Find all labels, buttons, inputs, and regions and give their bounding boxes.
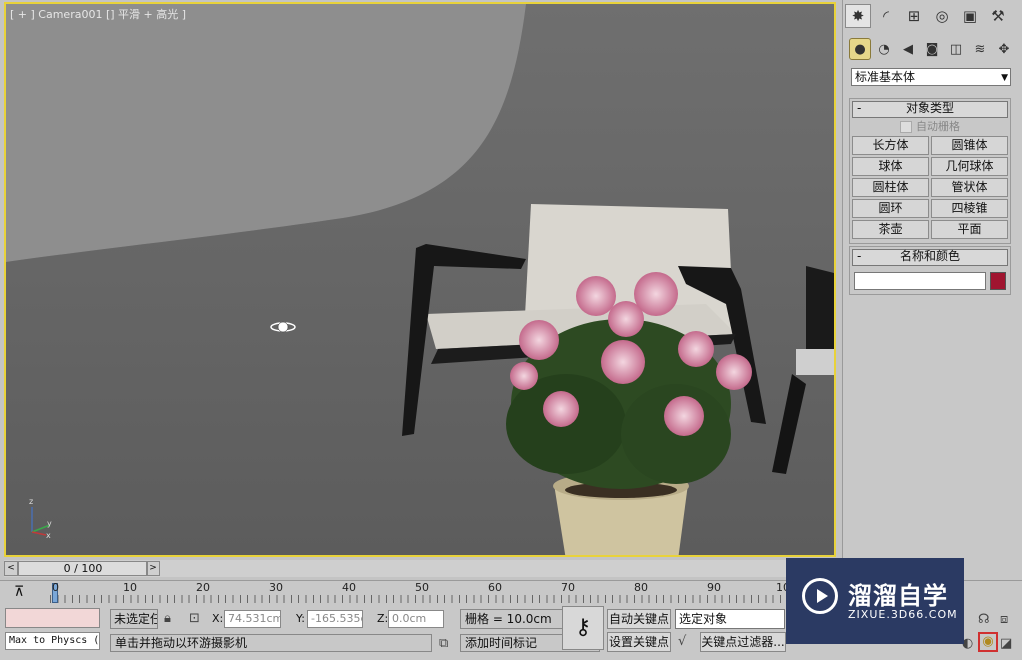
lock-icon[interactable]: 🔒︎: [164, 611, 171, 626]
checkbox-icon: [900, 121, 912, 133]
y-coord-field[interactable]: -165.535cm: [307, 610, 363, 628]
orbit-camera-icon[interactable]: ◉: [978, 632, 998, 652]
plane-button[interactable]: 平面: [931, 220, 1008, 239]
maxscript-listener-mini[interactable]: [5, 608, 100, 628]
dropdown-arrow-icon: ▼: [1001, 73, 1008, 83]
viewport-label[interactable]: [ + ] Camera001 [] 平滑 + 高光 ]: [10, 6, 186, 22]
object-name-field[interactable]: [854, 272, 986, 290]
watermark-url: ZIXUE.3D66.COM: [848, 608, 958, 621]
helpers-icon[interactable]: ◫: [945, 38, 967, 60]
next-frame-button[interactable]: >: [146, 561, 160, 576]
camera-viewport[interactable]: z y x [ + ] Camera001 [] 平滑 + 高光 ]: [4, 2, 836, 557]
create-subtabs: ● ◔ ◀ ◙ ◫ ≋ ✥: [849, 38, 1021, 60]
tick-label: 80: [634, 581, 648, 594]
tube-button[interactable]: 管状体: [931, 178, 1008, 197]
tick-label: 50: [415, 581, 429, 594]
prompt-line: 单击并拖动以环游摄影机: [110, 634, 432, 652]
object-color-swatch[interactable]: [990, 272, 1006, 290]
display-icon[interactable]: ▣: [957, 4, 983, 28]
command-panel-tabs: ✸ ◜ ⊞ ◎ ▣ ⚒: [843, 4, 1022, 30]
create-icon[interactable]: ✸: [845, 4, 871, 28]
tick-label: 40: [342, 581, 356, 594]
tick-label: 70: [561, 581, 575, 594]
maximize-toggle-icon[interactable]: ◪: [1000, 636, 1012, 651]
command-panel: ✸ ◜ ⊞ ◎ ▣ ⚒ ● ◔ ◀ ◙ ◫ ≋ ✥ 标准基本体 ▼ - 对象类型…: [842, 0, 1022, 582]
auto-key-button[interactable]: 自动关键点: [607, 609, 671, 629]
box-button[interactable]: 长方体: [852, 136, 929, 155]
collapse-icon: -: [857, 101, 862, 115]
selection-status: 未选定任: [110, 609, 158, 629]
ruler-ticks: [50, 595, 790, 603]
cameras-icon[interactable]: ◙: [921, 38, 943, 60]
motion-icon[interactable]: ◎: [929, 4, 955, 28]
lights-icon[interactable]: ◀: [897, 38, 919, 60]
curve-editor-icon[interactable]: ⊼: [14, 584, 24, 600]
play-logo-icon: [802, 578, 838, 614]
hierarchy-icon[interactable]: ⊞: [901, 4, 927, 28]
x-coord-field[interactable]: 74.531cm: [224, 610, 281, 628]
key-selection-dropdown[interactable]: 选定对象: [675, 609, 785, 629]
spacewarps-icon[interactable]: ≋: [969, 38, 991, 60]
name-color-title: 名称和颜色: [899, 249, 960, 263]
svg-text:y: y: [47, 519, 52, 528]
sphere-button[interactable]: 球体: [852, 157, 929, 176]
utilities-icon[interactable]: ⚒: [985, 4, 1011, 28]
torus-button[interactable]: 圆环: [852, 199, 929, 218]
z-coord-field[interactable]: 0.0cm: [388, 610, 444, 628]
walk-through-icon[interactable]: ☊: [978, 612, 990, 627]
x-label: X:: [212, 612, 224, 625]
tick-label: 20: [196, 581, 210, 594]
object-type-header[interactable]: - 对象类型: [852, 101, 1008, 118]
y-label: Y:: [296, 612, 305, 625]
object-type-title: 对象类型: [905, 101, 954, 115]
name-color-rollout: - 名称和颜色: [849, 246, 1011, 295]
autogrid-label: 自动栅格: [916, 120, 960, 133]
tick-label: 0: [52, 581, 59, 594]
primitive-buttons: 长方体 圆锥体 球体 几何球体 圆柱体 管状体 圆环 四棱锥 茶壶 平面: [850, 136, 1010, 243]
field-of-view-icon[interactable]: ⧈: [1000, 612, 1008, 627]
object-type-rollout: - 对象类型 自动栅格 长方体 圆锥体 球体 几何球体 圆柱体 管状体 圆环 四…: [849, 98, 1011, 244]
modify-icon[interactable]: ◜: [873, 4, 899, 28]
set-key-button[interactable]: 设置关键点: [607, 632, 671, 652]
scene-render: z y x: [6, 4, 834, 555]
collapse-icon: -: [857, 249, 862, 263]
prev-frame-button[interactable]: <: [4, 561, 18, 576]
cylinder-button[interactable]: 圆柱体: [852, 178, 929, 197]
category-dropdown[interactable]: 标准基本体 ▼: [851, 68, 1011, 86]
isolate-icon[interactable]: ⧉: [439, 636, 448, 651]
pyramid-button[interactable]: 四棱锥: [931, 199, 1008, 218]
default-tangent-icon[interactable]: √: [678, 634, 686, 649]
time-slider: < 0 / 100 >: [4, 560, 836, 577]
tick-label: 60: [488, 581, 502, 594]
geometry-icon[interactable]: ●: [849, 38, 871, 60]
cone-button[interactable]: 圆锥体: [931, 136, 1008, 155]
z-label: Z:: [377, 612, 389, 625]
absolute-mode-icon[interactable]: ⊡: [189, 611, 200, 626]
category-value: 标准基本体: [855, 70, 916, 84]
tick-label: 90: [707, 581, 721, 594]
teapot-button[interactable]: 茶壶: [852, 220, 929, 239]
key-filters-button[interactable]: 关键点过滤器...: [700, 632, 786, 652]
name-color-header[interactable]: - 名称和颜色: [852, 249, 1008, 266]
maxscript-input[interactable]: Max to Physcs (: [5, 632, 100, 650]
tick-label: 30: [269, 581, 283, 594]
tick-label: 10: [123, 581, 137, 594]
svg-text:x: x: [46, 531, 51, 540]
systems-icon[interactable]: ✥: [993, 38, 1015, 60]
geosphere-button[interactable]: 几何球体: [931, 157, 1008, 176]
autogrid-checkbox[interactable]: 自动栅格: [850, 118, 1010, 136]
watermark-name: 溜溜自学: [848, 582, 948, 610]
set-key-icon[interactable]: ⚷: [562, 606, 604, 650]
watermark-logo: 溜溜自学 ZIXUE.3D66.COM: [786, 558, 964, 644]
shapes-icon[interactable]: ◔: [873, 38, 895, 60]
svg-text:z: z: [29, 497, 33, 506]
time-slider-thumb[interactable]: 0 / 100: [18, 561, 148, 576]
